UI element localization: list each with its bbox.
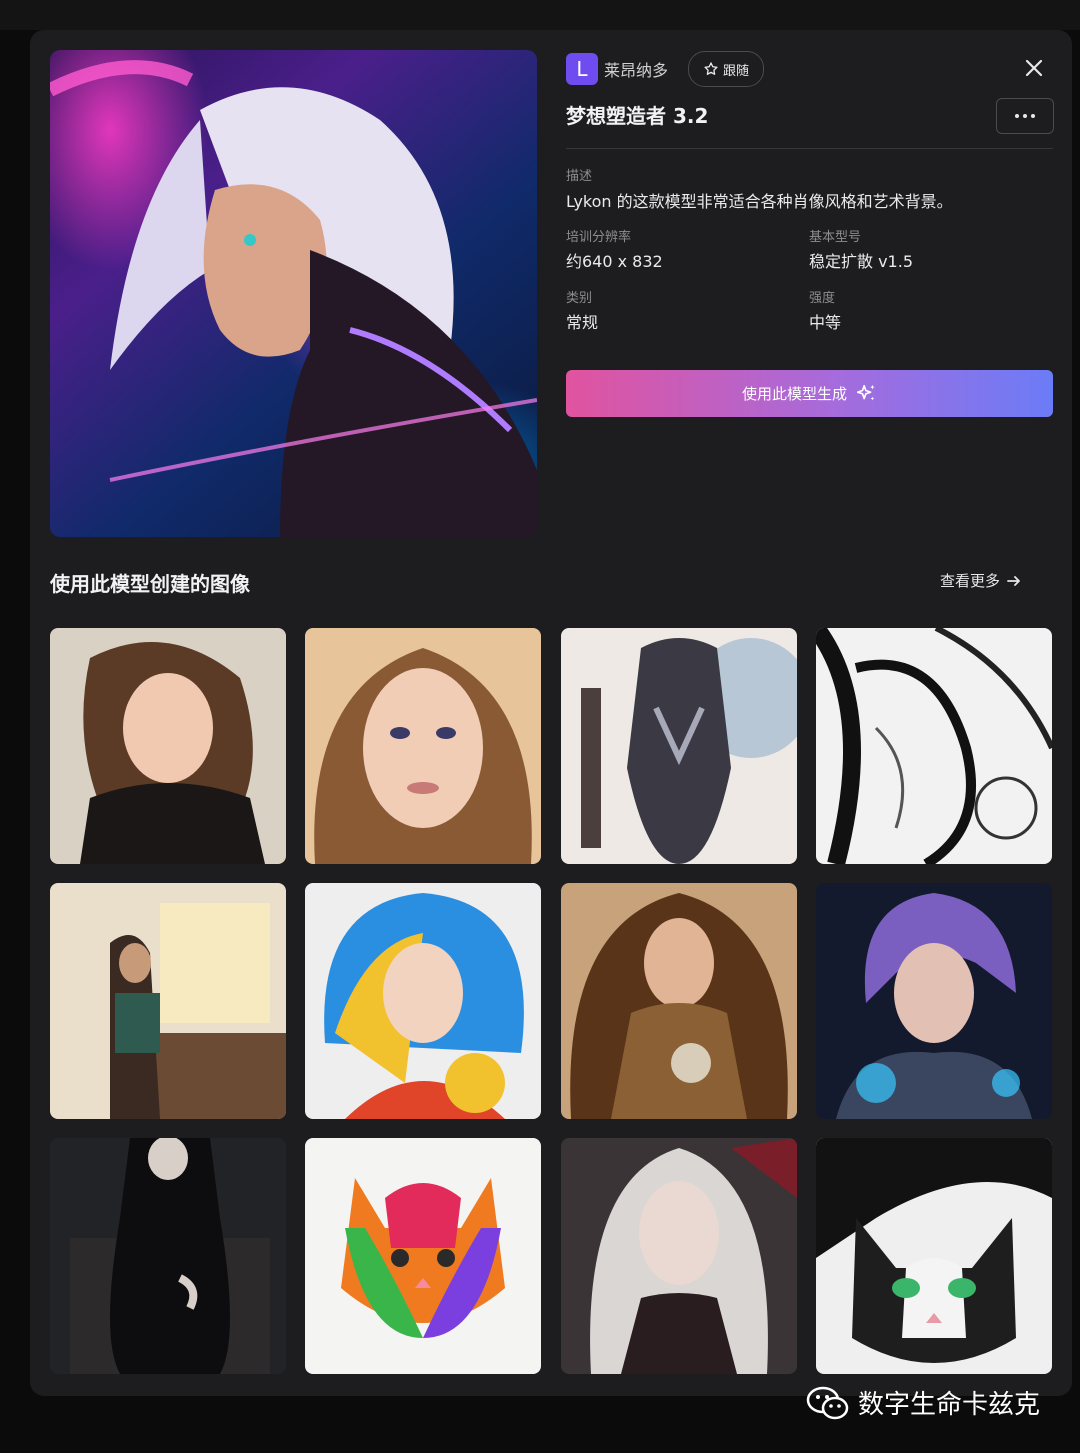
see-more-link[interactable]: 查看更多 — [940, 570, 1022, 591]
more-dot — [1015, 114, 1019, 118]
author-row: L 莱昂纳多 跟随 — [566, 51, 765, 87]
model-preview-image — [50, 50, 537, 537]
resolution-label: 培训分辨率 — [566, 230, 632, 245]
follow-label: 跟随 — [723, 63, 750, 79]
gallery-image-5[interactable] — [50, 883, 286, 1119]
gallery-image-10[interactable] — [305, 1138, 541, 1374]
gallery-image-12[interactable] — [816, 1138, 1052, 1374]
author-name[interactable]: 莱昂纳多 — [604, 57, 668, 81]
header-divider — [566, 148, 1053, 149]
see-more-label: 查看更多 — [940, 572, 1001, 590]
strength-label: 强度 — [809, 291, 836, 306]
category-value: 常规 — [566, 313, 599, 332]
description-value: Lykon 的这款模型非常适合各种肖像风格和艺术背景。 — [566, 192, 953, 211]
close-icon — [1025, 59, 1043, 77]
model-title: 梦想塑造者 3.2 — [566, 104, 709, 128]
backdrop-top — [0, 0, 1080, 30]
more-options-button[interactable] — [996, 98, 1054, 134]
resolution-value: 约640 x 832 — [566, 252, 663, 271]
star-icon — [704, 62, 718, 75]
gallery-image-8[interactable] — [816, 883, 1052, 1119]
wechat-icon — [806, 1386, 849, 1419]
more-dot — [1023, 114, 1027, 118]
sparkle-icon — [856, 384, 875, 400]
watermark-text: 数字生命卡兹克 — [858, 1390, 1041, 1420]
gallery-title: 使用此模型创建的图像 — [50, 572, 250, 596]
more-dot — [1031, 114, 1035, 118]
author-avatar[interactable]: L — [566, 53, 598, 85]
arrow-right-icon — [1007, 575, 1020, 586]
model-detail-dialog: L 莱昂纳多 跟随 梦想塑造者 3.2 描述 Lykon 的这款模型非常适合各种… — [30, 30, 1072, 1396]
strength-value: 中等 — [809, 313, 842, 332]
watermark: 数字生命卡兹克 — [806, 1384, 1040, 1421]
generate-label: 使用此模型生成 — [741, 385, 847, 403]
gallery-image-11[interactable] — [561, 1138, 797, 1374]
gallery-image-1[interactable] — [50, 628, 286, 864]
gallery-image-6[interactable] — [305, 883, 541, 1119]
gallery-image-9[interactable] — [50, 1138, 286, 1374]
close-button[interactable] — [1020, 54, 1048, 82]
follow-button[interactable]: 跟随 — [688, 51, 765, 87]
base-model-value: 稳定扩散 v1.5 — [809, 252, 914, 271]
gallery-image-7[interactable] — [561, 883, 797, 1119]
generate-with-model-button[interactable]: 使用此模型生成 — [566, 370, 1053, 417]
base-model-label: 基本型号 — [809, 230, 862, 245]
gallery-image-4[interactable] — [816, 628, 1052, 864]
category-label: 类别 — [566, 291, 593, 306]
description-label: 描述 — [566, 169, 593, 184]
gallery-image-2[interactable] — [305, 628, 541, 864]
gallery-image-3[interactable] — [561, 628, 797, 864]
